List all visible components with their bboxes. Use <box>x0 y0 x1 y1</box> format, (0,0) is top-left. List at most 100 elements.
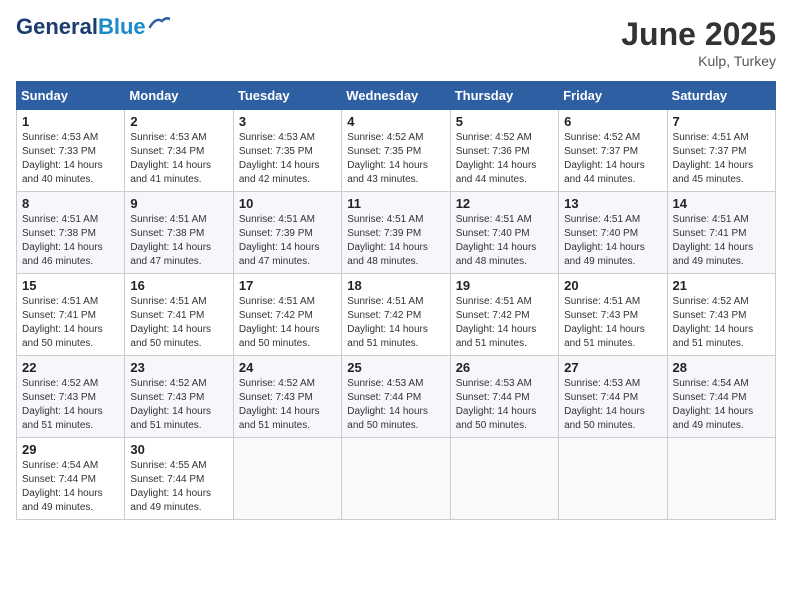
calendar-cell: 13Sunrise: 4:51 AMSunset: 7:40 PMDayligh… <box>559 192 667 274</box>
calendar-cell: 5 Sunrise: 4:52 AMSunset: 7:36 PMDaylight… <box>450 110 558 192</box>
day-number: 17 <box>239 278 336 293</box>
day-info: Sunrise: 4:52 AMSunset: 7:36 PMDaylight:… <box>456 132 537 185</box>
day-info: Sunrise: 4:51 AMSunset: 7:38 PMDaylight:… <box>130 214 211 267</box>
day-info: Sunrise: 4:51 AMSunset: 7:42 PMDaylight:… <box>239 296 320 349</box>
calendar-cell: 16 Sunrise: 4:51 AMSunset: 7:41 PMDayligh… <box>125 274 233 356</box>
day-info: Sunrise: 4:52 AMSunset: 7:37 PMDaylight:… <box>564 132 645 185</box>
day-number: 11 <box>347 196 444 211</box>
calendar-cell: 18 Sunrise: 4:51 AMSunset: 7:42 PMDayligh… <box>342 274 450 356</box>
day-number: 16 <box>130 278 227 293</box>
calendar-cell: 27 Sunrise: 4:53 AMSunset: 7:44 PMDayligh… <box>559 356 667 438</box>
calendar-cell <box>342 438 450 520</box>
day-info: Sunrise: 4:53 AMSunset: 7:44 PMDaylight:… <box>564 378 645 431</box>
weekday-header-monday: Monday <box>125 82 233 110</box>
day-number: 23 <box>130 360 227 375</box>
day-number: 22 <box>22 360 119 375</box>
calendar-cell: 20 Sunrise: 4:51 AMSunset: 7:43 PMDayligh… <box>559 274 667 356</box>
day-number: 30 <box>130 442 227 457</box>
day-number: 19 <box>456 278 553 293</box>
day-info: Sunrise: 4:54 AMSunset: 7:44 PMDaylight:… <box>22 460 103 513</box>
day-number: 27 <box>564 360 661 375</box>
weekday-header-saturday: Saturday <box>667 82 775 110</box>
day-number: 28 <box>673 360 770 375</box>
calendar-cell <box>450 438 558 520</box>
calendar-cell: 22Sunrise: 4:52 AMSunset: 7:43 PMDayligh… <box>17 356 125 438</box>
day-info: Sunrise: 4:51 AMSunset: 7:42 PMDaylight:… <box>456 296 537 349</box>
day-number: 20 <box>564 278 661 293</box>
calendar-cell: 15Sunrise: 4:51 AMSunset: 7:41 PMDayligh… <box>17 274 125 356</box>
calendar-week-row: 29 Sunrise: 4:54 AMSunset: 7:44 PMDayligh… <box>17 438 776 520</box>
day-number: 3 <box>239 114 336 129</box>
day-number: 8 <box>22 196 119 211</box>
day-info: Sunrise: 4:52 AMSunset: 7:43 PMDaylight:… <box>130 378 211 431</box>
day-number: 10 <box>239 196 336 211</box>
day-number: 1 <box>22 114 119 129</box>
calendar-cell: 19 Sunrise: 4:51 AMSunset: 7:42 PMDayligh… <box>450 274 558 356</box>
day-number: 29 <box>22 442 119 457</box>
weekday-header-thursday: Thursday <box>450 82 558 110</box>
calendar-cell: 11 Sunrise: 4:51 AMSunset: 7:39 PMDayligh… <box>342 192 450 274</box>
calendar-cell: 4Sunrise: 4:52 AMSunset: 7:35 PMDaylight… <box>342 110 450 192</box>
day-info: Sunrise: 4:51 AMSunset: 7:39 PMDaylight:… <box>347 214 428 267</box>
day-info: Sunrise: 4:53 AMSunset: 7:44 PMDaylight:… <box>347 378 428 431</box>
calendar-week-row: 15 Sunrise: 4:51 AMSunset: 7:41 PMDayligh… <box>17 274 776 356</box>
calendar-week-row: 8 Sunrise: 4:51 AMSunset: 7:38 PMDaylight… <box>17 192 776 274</box>
day-number: 9 <box>130 196 227 211</box>
logo: GeneralBlue <box>16 16 170 38</box>
day-info: Sunrise: 4:51 AMSunset: 7:40 PMDaylight:… <box>456 214 537 267</box>
calendar-week-row: 22 Sunrise: 4:52 AMSunset: 7:43 PMDayligh… <box>17 356 776 438</box>
day-info: Sunrise: 4:51 AMSunset: 7:41 PMDaylight:… <box>130 296 211 349</box>
day-info: Sunrise: 4:51 AMSunset: 7:38 PMDaylight:… <box>22 214 103 267</box>
calendar-cell <box>667 438 775 520</box>
day-number: 7 <box>673 114 770 129</box>
calendar-cell: 14Sunrise: 4:51 AMSunset: 7:41 PMDayligh… <box>667 192 775 274</box>
day-info: Sunrise: 4:51 AMSunset: 7:39 PMDaylight:… <box>239 214 320 267</box>
day-info: Sunrise: 4:53 AMSunset: 7:33 PMDaylight:… <box>22 132 103 185</box>
calendar-cell: 23 Sunrise: 4:52 AMSunset: 7:43 PMDayligh… <box>125 356 233 438</box>
day-number: 18 <box>347 278 444 293</box>
calendar-table: SundayMondayTuesdayWednesdayThursdayFrid… <box>16 81 776 520</box>
day-info: Sunrise: 4:51 AMSunset: 7:41 PMDaylight:… <box>673 214 754 267</box>
day-number: 15 <box>22 278 119 293</box>
calendar-cell: 29 Sunrise: 4:54 AMSunset: 7:44 PMDayligh… <box>17 438 125 520</box>
calendar-cell: 2 Sunrise: 4:53 AMSunset: 7:34 PMDaylight… <box>125 110 233 192</box>
day-info: Sunrise: 4:52 AMSunset: 7:43 PMDaylight:… <box>239 378 320 431</box>
calendar-cell: 26Sunrise: 4:53 AMSunset: 7:44 PMDayligh… <box>450 356 558 438</box>
calendar-cell: 12 Sunrise: 4:51 AMSunset: 7:40 PMDayligh… <box>450 192 558 274</box>
day-number: 4 <box>347 114 444 129</box>
calendar-cell: 3 Sunrise: 4:53 AMSunset: 7:35 PMDaylight… <box>233 110 341 192</box>
weekday-header-friday: Friday <box>559 82 667 110</box>
weekday-header-row: SundayMondayTuesdayWednesdayThursdayFrid… <box>17 82 776 110</box>
calendar-week-row: 1 Sunrise: 4:53 AMSunset: 7:33 PMDaylight… <box>17 110 776 192</box>
day-info: Sunrise: 4:51 AMSunset: 7:37 PMDaylight:… <box>673 132 754 185</box>
day-number: 12 <box>456 196 553 211</box>
logo-text: GeneralBlue <box>16 16 146 38</box>
day-info: Sunrise: 4:51 AMSunset: 7:42 PMDaylight:… <box>347 296 428 349</box>
calendar-cell <box>233 438 341 520</box>
day-info: Sunrise: 4:51 AMSunset: 7:43 PMDaylight:… <box>564 296 645 349</box>
calendar-cell: 30 Sunrise: 4:55 AMSunset: 7:44 PMDayligh… <box>125 438 233 520</box>
day-number: 2 <box>130 114 227 129</box>
weekday-header-tuesday: Tuesday <box>233 82 341 110</box>
title-block: June 2025 Kulp, Turkey <box>621 16 776 69</box>
day-number: 26 <box>456 360 553 375</box>
page-header: GeneralBlue June 2025 Kulp, Turkey <box>16 16 776 69</box>
calendar-cell: 8 Sunrise: 4:51 AMSunset: 7:38 PMDaylight… <box>17 192 125 274</box>
day-info: Sunrise: 4:55 AMSunset: 7:44 PMDaylight:… <box>130 460 211 513</box>
calendar-cell: 9 Sunrise: 4:51 AMSunset: 7:38 PMDaylight… <box>125 192 233 274</box>
weekday-header-sunday: Sunday <box>17 82 125 110</box>
calendar-cell: 10 Sunrise: 4:51 AMSunset: 7:39 PMDayligh… <box>233 192 341 274</box>
location: Kulp, Turkey <box>621 53 776 69</box>
calendar-cell: 28Sunrise: 4:54 AMSunset: 7:44 PMDayligh… <box>667 356 775 438</box>
calendar-cell: 7 Sunrise: 4:51 AMSunset: 7:37 PMDaylight… <box>667 110 775 192</box>
calendar-cell: 25Sunrise: 4:53 AMSunset: 7:44 PMDayligh… <box>342 356 450 438</box>
day-number: 13 <box>564 196 661 211</box>
day-info: Sunrise: 4:53 AMSunset: 7:34 PMDaylight:… <box>130 132 211 185</box>
day-info: Sunrise: 4:53 AMSunset: 7:35 PMDaylight:… <box>239 132 320 185</box>
calendar-cell: 24 Sunrise: 4:52 AMSunset: 7:43 PMDayligh… <box>233 356 341 438</box>
calendar-cell: 1 Sunrise: 4:53 AMSunset: 7:33 PMDaylight… <box>17 110 125 192</box>
weekday-header-wednesday: Wednesday <box>342 82 450 110</box>
day-number: 5 <box>456 114 553 129</box>
day-number: 24 <box>239 360 336 375</box>
calendar-cell: 6Sunrise: 4:52 AMSunset: 7:37 PMDaylight… <box>559 110 667 192</box>
